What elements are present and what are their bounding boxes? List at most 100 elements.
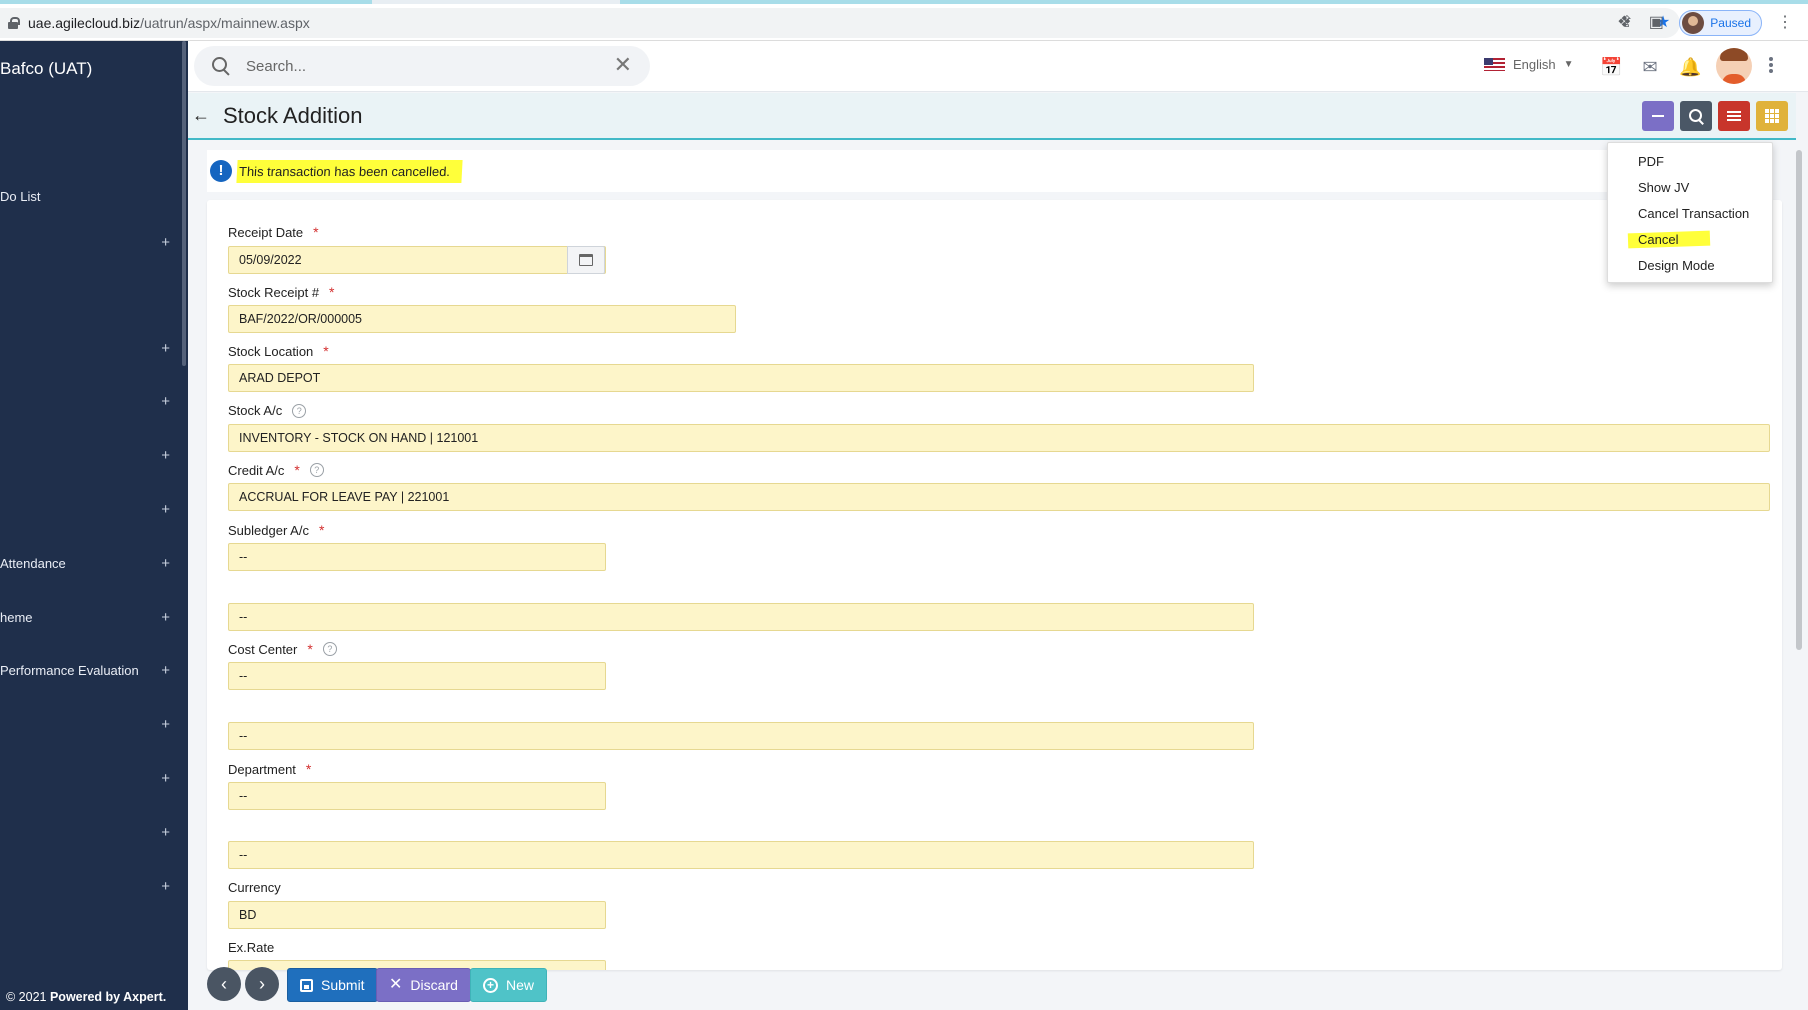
cost-center-description-field[interactable]: -- [228,722,1254,750]
menu-item-design-mode[interactable]: Design Mode [1638,258,1715,273]
list-view-button[interactable] [1718,101,1750,131]
mail-icon[interactable]: ✉ [1639,56,1661,78]
sidebar-item-label: Performance Evaluation [0,662,139,678]
sidebar-item[interactable]: Do List [0,184,178,208]
receipt-date-field[interactable]: 05/09/2022 [228,246,606,274]
search-button[interactable] [1680,101,1712,131]
expand-plus-icon[interactable]: + [161,662,170,679]
search-input[interactable] [246,57,586,75]
url-text[interactable]: uae.agilecloud.biz/uatrun/aspx/mainnew.a… [28,15,310,31]
bottom-toolbar: ‹ › Submit ✕ Discard + New [188,960,1808,1010]
expand-plus-icon[interactable]: + [161,393,170,410]
browser-address-bar: uae.agilecloud.biz/uatrun/aspx/mainnew.a… [0,4,1808,41]
department-label: Department * [228,761,311,777]
expand-plus-icon[interactable]: + [161,770,170,787]
currency-field[interactable]: BD [228,901,606,929]
sidebar-scrollbar[interactable] [182,41,186,366]
cost-center-description-value: -- [239,729,248,743]
stock-ac-field[interactable]: INVENTORY - STOCK ON HAND | 121001 [228,424,1770,452]
search-icon[interactable] [212,57,230,75]
exrate-label: Ex.Rate [228,940,274,955]
brand-title[interactable]: Bafco (UAT) [0,59,92,79]
sidebar-item[interactable]: heme + [0,605,178,629]
user-avatar[interactable] [1716,48,1752,84]
expand-plus-icon[interactable]: + [161,824,170,841]
sidebar-item[interactable]: Performance Evaluation + [0,658,178,682]
expand-plus-icon[interactable]: + [161,555,170,572]
sidebar-item[interactable]: + [0,820,178,844]
browser-extensions: ❖ ▣ Paused ⋮ [1615,4,1808,41]
subledger-ac-field[interactable]: -- [228,543,606,571]
help-icon[interactable]: ? [292,403,307,418]
help-icon[interactable]: ? [322,642,337,656]
sidebar-item[interactable]: + [0,230,178,254]
language-label: English [1513,57,1556,72]
expand-plus-icon[interactable]: + [161,716,170,733]
browser-menu-icon[interactable]: ⋮ [1776,14,1794,32]
sidebar-item[interactable]: + [0,443,178,467]
new-button[interactable]: + New [470,968,548,1002]
subledger-description-field[interactable]: -- [228,603,1254,631]
department-description-field[interactable]: -- [228,841,1254,869]
more-options-icon[interactable] [1768,55,1774,77]
minimize-button[interactable] [1642,101,1674,131]
extensions-puzzle-icon[interactable]: ❖ [1615,14,1633,32]
cost-center-field[interactable]: -- [228,662,606,690]
sidebar-item[interactable]: + [0,389,178,413]
side-panel-icon[interactable]: ▣ [1647,14,1665,32]
sidebar-item[interactable]: + [0,712,178,736]
required-marker: * [323,343,329,359]
language-selector[interactable]: English ▼ [1484,57,1574,72]
menu-item-cancel-transaction[interactable]: Cancel Transaction [1638,206,1749,221]
required-marker: * [307,641,313,657]
sidebar-item[interactable]: Attendance + [0,551,178,575]
subledger-ac-label: Subledger A/c * [228,522,324,538]
submit-button[interactable]: Submit [287,968,378,1002]
expand-plus-icon[interactable]: + [161,447,170,464]
calendar-icon[interactable]: 📅 [1600,56,1622,78]
back-arrow-icon[interactable]: ← [192,105,210,126]
previous-button[interactable]: ‹ [207,967,241,1001]
new-label: New [506,977,535,993]
label-text: Stock Location [228,343,314,359]
search-icon [1689,109,1703,123]
expand-plus-icon[interactable]: + [161,501,170,518]
stock-receipt-field[interactable]: BAF/2022/OR/000005 [228,305,736,333]
chevron-left-icon: ‹ [221,973,227,994]
profile-button[interactable]: Paused [1679,9,1762,36]
required-marker: * [318,522,325,538]
help-icon[interactable]: ? [309,463,324,477]
menu-item-pdf[interactable]: PDF [1638,154,1664,169]
sidebar-item[interactable]: + [0,497,178,521]
expand-plus-icon[interactable]: + [161,609,170,626]
bell-icon[interactable]: 🔔 [1679,56,1701,78]
stock-location-value: ARAD DEPOT [239,371,321,385]
page-scrollbar[interactable] [1796,150,1802,650]
date-picker-button[interactable] [567,246,605,274]
menu-item-show-jv[interactable]: Show JV [1638,180,1689,195]
menu-item-cancel[interactable]: Cancel [1638,232,1678,247]
subledger-value: -- [239,550,248,564]
stock-ac-label: Stock A/c ? [228,403,307,418]
footer-powered-by: © 2021 Powered by Axpert. [6,990,167,1004]
next-button[interactable]: › [245,967,279,1001]
credit-ac-field[interactable]: ACCRUAL FOR LEAVE PAY | 221001 [228,483,1770,511]
expand-plus-icon[interactable]: + [161,340,170,357]
sidebar: Bafco (UAT) Do List + + + + + Attendance + heme +… [0,41,188,1010]
expand-plus-icon[interactable]: + [161,234,170,251]
discard-button[interactable]: ✕ Discard [376,968,471,1002]
lock-icon[interactable] [8,17,20,29]
sidebar-item-label: heme [0,609,33,625]
omnibox[interactable]: uae.agilecloud.biz/uatrun/aspx/mainnew.a… [0,8,1680,38]
department-field[interactable]: -- [228,782,606,810]
label-text: Stock Receipt # [228,284,320,300]
expand-plus-icon[interactable]: + [161,878,170,895]
sidebar-item[interactable]: + [0,336,178,360]
department-description-value: -- [239,848,248,862]
clear-search-icon[interactable]: ✕ [614,54,632,76]
sidebar-item[interactable]: + [0,874,178,898]
currency-label: Currency [228,880,281,895]
grid-menu-button[interactable] [1756,101,1788,131]
stock-location-field[interactable]: ARAD DEPOT [228,364,1254,392]
sidebar-item[interactable]: + [0,766,178,790]
